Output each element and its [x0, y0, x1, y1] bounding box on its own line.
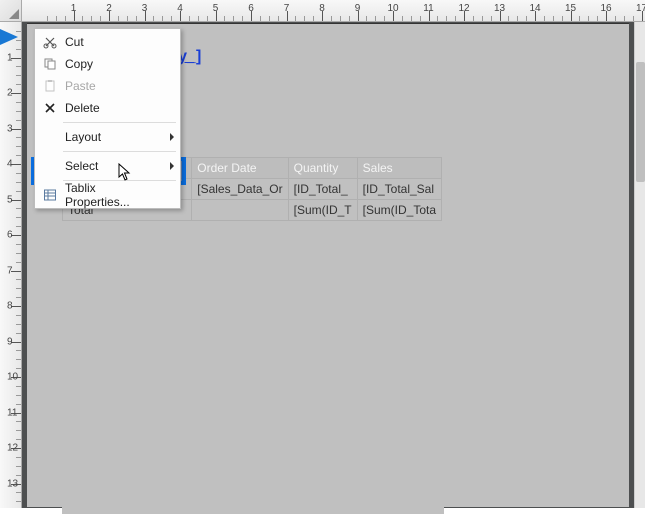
horizontal-ruler[interactable]: 1234567891011121314151617: [22, 0, 645, 22]
properties-icon: [39, 187, 61, 203]
cell-r2c4[interactable]: [Sum(ID_Tota: [357, 200, 441, 221]
blank-icon: [39, 158, 61, 174]
menu-select[interactable]: Select: [35, 155, 180, 177]
menu-separator: [63, 151, 176, 152]
vertical-scrollbar[interactable]: [634, 22, 645, 508]
arrow-indicator-icon: [0, 29, 18, 45]
ruler-corner[interactable]: [0, 0, 22, 22]
cell-r1c3[interactable]: [ID_Total_: [288, 179, 357, 200]
menu-tablix-properties-label: Tablix Properties...: [61, 181, 160, 209]
menu-copy-label: Copy: [61, 57, 160, 71]
menu-delete[interactable]: Delete: [35, 97, 180, 119]
scrollbar-thumb[interactable]: [636, 62, 645, 182]
menu-delete-label: Delete: [61, 101, 160, 115]
paste-icon: [39, 78, 61, 94]
menu-layout[interactable]: Layout: [35, 126, 180, 148]
header-sales[interactable]: Sales: [357, 158, 441, 179]
cell-r2c3[interactable]: [Sum(ID_T: [288, 200, 357, 221]
context-menu: Cut Copy Paste Delete Layout Select Tabl…: [34, 28, 181, 209]
blank-icon: [39, 129, 61, 145]
menu-select-label: Select: [61, 159, 160, 173]
header-quantity[interactable]: Quantity: [288, 158, 357, 179]
select-all-triangle: [9, 9, 19, 19]
cell-r2c2[interactable]: [192, 200, 288, 221]
menu-tablix-properties[interactable]: Tablix Properties...: [35, 184, 180, 206]
menu-paste-label: Paste: [61, 79, 160, 93]
header-order-date[interactable]: Order Date: [192, 158, 288, 179]
delete-icon: [39, 100, 61, 116]
cell-r1c4[interactable]: [ID_Total_Sal: [357, 179, 441, 200]
menu-cut-label: Cut: [61, 35, 160, 49]
cut-icon: [39, 34, 61, 50]
menu-cut[interactable]: Cut: [35, 31, 180, 53]
menu-copy[interactable]: Copy: [35, 53, 180, 75]
cell-r1c2[interactable]: [Sales_Data_Or: [192, 179, 288, 200]
chevron-right-icon: [170, 133, 174, 141]
menu-paste: Paste: [35, 75, 180, 97]
vertical-ruler[interactable]: 1234567891011121314: [0, 22, 22, 508]
copy-icon: [39, 56, 61, 72]
chevron-right-icon: [170, 162, 174, 170]
menu-layout-label: Layout: [61, 130, 160, 144]
menu-separator: [63, 122, 176, 123]
